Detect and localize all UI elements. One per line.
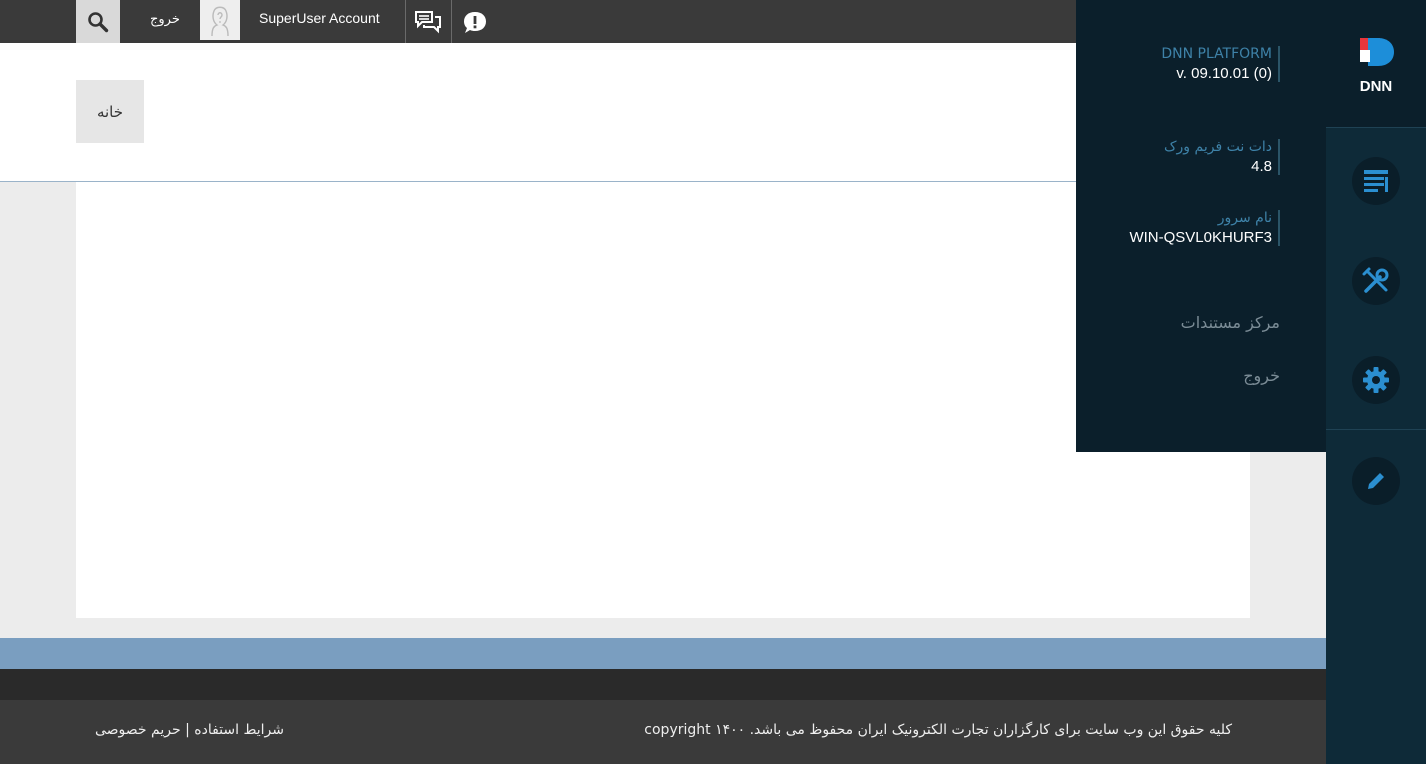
footer-links: شرایط استفاده | حریم خصوصی: [95, 722, 284, 738]
user-silhouette-icon: [200, 0, 240, 40]
tools-icon: [1362, 267, 1389, 293]
messages-icon[interactable]: [414, 8, 442, 36]
framework-value: 4.8: [1251, 158, 1272, 175]
tools-button[interactable]: [1352, 257, 1400, 305]
content-icon: [1364, 170, 1388, 192]
logout-link[interactable]: خروج: [150, 12, 180, 27]
dnn-logo-icon: DNN: [1360, 38, 1394, 95]
divider: [405, 0, 406, 43]
logout-link[interactable]: خروج: [1243, 366, 1280, 385]
platform-info-panel: DNN PLATFORM v. 09.10.01 (0) دات نت فریم…: [1076, 0, 1326, 452]
edit-icon: [1368, 473, 1384, 489]
search-button[interactable]: [76, 0, 120, 43]
platform-label: DNN PLATFORM: [1161, 46, 1272, 62]
framework-label: دات نت فریم ورک: [1164, 139, 1272, 155]
edit-button[interactable]: [1352, 457, 1400, 505]
footer-band: [0, 638, 1326, 669]
site-header: خانه: [0, 43, 1076, 182]
server-info: نام سرور WIN-QSVL0KHURF3: [1129, 210, 1280, 246]
footer: کلیه حقوق این وب سایت برای کارگزاران تجا…: [0, 700, 1326, 764]
top-control-bar: خروج SuperUser Account: [0, 0, 1076, 43]
settings-icon: [1363, 367, 1389, 393]
copyright-text: کلیه حقوق این وب سایت برای کارگزاران تجا…: [644, 722, 1232, 738]
footer-separator: |: [180, 722, 195, 738]
content-button[interactable]: [1352, 157, 1400, 205]
settings-button[interactable]: [1352, 356, 1400, 404]
notifications-icon[interactable]: [462, 10, 488, 36]
privacy-link[interactable]: حریم خصوصی: [95, 722, 181, 738]
server-label: نام سرور: [1217, 210, 1272, 226]
home-menu-item[interactable]: خانه: [76, 80, 144, 143]
terms-link[interactable]: شرایط استفاده: [194, 722, 284, 738]
content-pane: [76, 182, 1250, 618]
framework-info: دات نت فریم ورک 4.8: [1164, 139, 1280, 175]
persona-bar: DNN: [1326, 0, 1426, 764]
documentation-center-link[interactable]: مرکز مستندات: [1181, 313, 1280, 332]
logo-text: DNN: [1360, 78, 1393, 95]
search-icon: [88, 11, 109, 32]
server-value: WIN-QSVL0KHURF3: [1129, 229, 1272, 246]
divider: [1326, 429, 1426, 430]
platform-version: v. 09.10.01 (0): [1176, 65, 1272, 82]
divider: [451, 0, 452, 43]
user-account-link[interactable]: SuperUser Account: [259, 10, 380, 26]
platform-info: DNN PLATFORM v. 09.10.01 (0): [1161, 46, 1280, 82]
avatar[interactable]: [200, 0, 240, 40]
footer-band-dark: [0, 669, 1326, 700]
dnn-logo[interactable]: DNN: [1326, 0, 1426, 128]
